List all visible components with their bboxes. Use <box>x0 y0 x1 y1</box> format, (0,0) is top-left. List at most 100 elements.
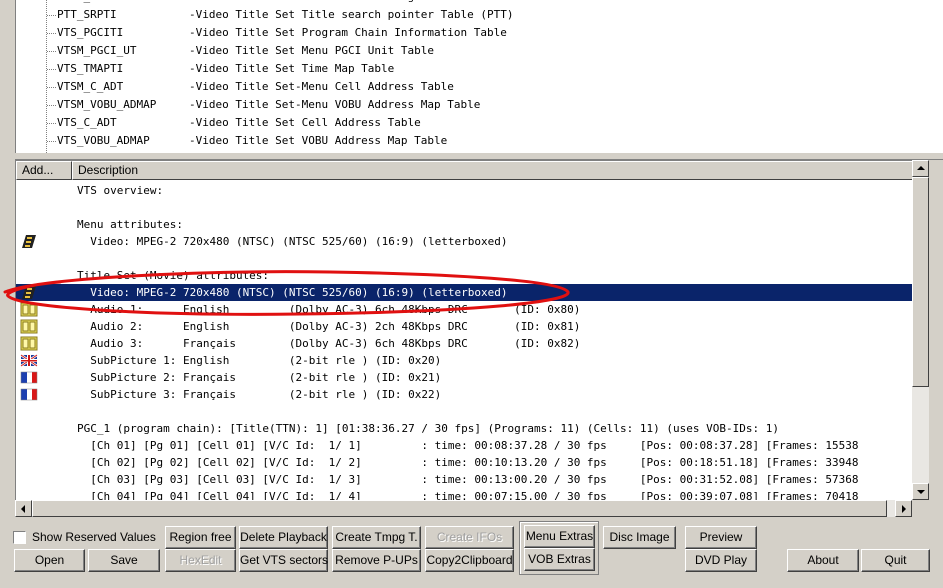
tree-item[interactable]: VTS_PGCITI -Video Title Set Program Chain… <box>16 24 943 42</box>
get-vts-sectors-button[interactable]: Get VTS sectors <box>239 549 328 572</box>
quit-button[interactable]: Quit <box>861 549 930 572</box>
tree-item-name: VTS_TMAPTI <box>57 62 124 75</box>
tree-item-description: -Video Title Set Program Chain Informati… <box>189 26 507 39</box>
list-item-text: Menu attributes: <box>77 218 183 231</box>
tree-item[interactable]: VTSM_PGCI_UT -Video Title Set Menu PGCI U… <box>16 42 943 60</box>
preview-button[interactable]: Preview <box>685 526 757 549</box>
description-listview[interactable]: Add... Description VTS overview: Menu att… <box>15 160 929 517</box>
list-item[interactable]: PGC_1 (program chain): [Title(TTN): 1] [… <box>16 420 913 437</box>
list-item-text: Audio 3: Français (Dolby AC-3) 6ch 48Kbp… <box>77 337 581 350</box>
horizontal-scrollbar[interactable] <box>15 500 912 517</box>
tree-item-description: -Video Title Set-Menu Cell Address Table <box>189 80 454 93</box>
panel-splitter[interactable] <box>15 153 943 160</box>
save-button[interactable]: Save <box>88 549 160 572</box>
list-item-text: Video: MPEG-2 720x480 (NTSC) (NTSC 525/6… <box>77 235 508 248</box>
remove-pups-button[interactable]: Remove P-UPs <box>332 549 421 572</box>
list-item-text: [Ch 04] [Pg 04] [Cell 04] [V/C Id: 1/ 4]… <box>77 490 859 500</box>
list-item-text: VTS overview: <box>77 184 164 197</box>
scroll-up-button[interactable] <box>912 160 929 177</box>
list-item-text: SubPicture 3: Français (2-bit rle ) (ID:… <box>77 388 442 401</box>
list-item[interactable]: [Ch 04] [Pg 04] [Cell 04] [V/C Id: 1/ 4]… <box>16 488 913 500</box>
ifo-structure-tree[interactable]: VTSI_MAT -Video Title Set Information Man… <box>15 0 943 153</box>
tree-branch-line <box>47 87 56 88</box>
tree-branch-line <box>47 51 56 52</box>
list-item-text: [Ch 03] [Pg 03] [Cell 03] [V/C Id: 1/ 3]… <box>77 473 859 486</box>
tree-item-name: VTS_VOBU_ADMAP <box>57 134 150 147</box>
list-item[interactable]: VTS overview: <box>16 182 913 199</box>
menu-extras-button[interactable]: Menu Extras <box>524 525 595 548</box>
list-item[interactable]: [Ch 02] [Pg 02] [Cell 02] [V/C Id: 1/ 2]… <box>16 454 913 471</box>
checkbox-box[interactable] <box>13 531 26 544</box>
create-ifos-button[interactable]: Create IFOs <box>425 526 514 549</box>
column-header-description[interactable]: Description <box>72 161 929 180</box>
tree-item[interactable]: VTS_TMAPTI -Video Title Set Time Map Tabl… <box>16 60 943 78</box>
tree-item-description: -Video Title Set Title search pointer Ta… <box>189 8 514 21</box>
dvd-play-button[interactable]: DVD Play <box>685 549 757 572</box>
list-item[interactable] <box>16 403 913 420</box>
list-item-text: [Ch 01] [Pg 01] [Cell 01] [V/C Id: 1/ 1]… <box>77 439 859 452</box>
list-item[interactable]: Audio 3: Français (Dolby AC-3) 6ch 48Kbp… <box>16 335 913 352</box>
tree-item[interactable]: VTS_VOBU_ADMAP -Video Title Set VOBU Addr… <box>16 132 943 150</box>
tree-item-description: -Video Title Set Information Management … <box>189 0 487 3</box>
tree-item-name: VTSM_C_ADT <box>57 80 124 93</box>
disc-image-button[interactable]: Disc Image <box>603 526 676 549</box>
uk-flag-icon <box>20 353 38 368</box>
list-item-text: PGC_1 (program chain): [Title(TTN): 1] [… <box>77 422 779 435</box>
listview-body: VTS overview: Menu attributes: Video: MPE… <box>16 180 913 500</box>
vertical-scrollbar[interactable] <box>912 160 929 500</box>
copy2clipboard-button[interactable]: Copy2Clipboard <box>425 549 514 572</box>
open-button[interactable]: Open <box>14 549 85 572</box>
list-item[interactable]: [Ch 03] [Pg 03] [Cell 03] [V/C Id: 1/ 3]… <box>16 471 913 488</box>
tree-item-name: VTSM_PGCI_UT <box>57 44 137 57</box>
show-reserved-label: Show Reserved Values <box>32 530 156 544</box>
list-item[interactable]: Video: MPEG-2 720x480 (NTSC) (NTSC 525/6… <box>16 233 913 250</box>
tree-item-description: -Video Title Set-Menu VOBU Address Map T… <box>189 98 481 111</box>
tree-item[interactable]: VTS_C_ADT -Video Title Set Cell Address T… <box>16 114 943 132</box>
tree-item-name: VTS_C_ADT <box>57 116 117 129</box>
vertical-scroll-thumb[interactable] <box>912 177 929 387</box>
tree-item-name: VTS_PGCITI <box>57 26 124 39</box>
listview-header: Add... Description <box>16 161 929 180</box>
create-tmpg-button[interactable]: Create Tmpg T. <box>332 526 421 549</box>
about-button[interactable]: About <box>787 549 859 572</box>
list-item[interactable]: SubPicture 2: Français (2-bit rle ) (ID:… <box>16 369 913 386</box>
column-header-add[interactable]: Add... <box>16 161 72 180</box>
vob-extras-button[interactable]: VOB Extras <box>524 548 595 571</box>
list-item[interactable]: SubPicture 3: Français (2-bit rle ) (ID:… <box>16 386 913 403</box>
delete-playback-button[interactable]: Delete Playback <box>239 526 328 549</box>
list-item-text: [Ch 02] [Pg 02] [Cell 02] [V/C Id: 1/ 2]… <box>77 456 859 469</box>
tree-branch-line <box>47 123 56 124</box>
fr-flag-icon <box>20 371 38 384</box>
tree-item[interactable]: VTSM_C_ADT -Video Title Set-Menu Cell Add… <box>16 78 943 96</box>
list-item-text: SubPicture 1: English (2-bit rle ) (ID: … <box>77 354 442 367</box>
list-item-text: Audio 2: English (Dolby AC-3) 2ch 48Kbps… <box>77 320 581 333</box>
list-item-text: SubPicture 2: Français (2-bit rle ) (ID:… <box>77 371 442 384</box>
tree-item-description: -Video Title Set Time Map Table <box>189 62 395 75</box>
tree-item-name: PTT_SRPTI <box>57 8 117 21</box>
tree-branch-line <box>47 105 56 106</box>
fr-flag-icon <box>20 388 38 401</box>
tree-item[interactable]: VTSM_VOBU_ADMAP -Video Title Set-Menu VOB… <box>16 96 943 114</box>
tree-item-name: VTSI_MAT <box>57 0 110 3</box>
tree-item-name: VTSM_VOBU_ADMAP <box>57 98 157 111</box>
tree-item-description: -Video Title Set Menu PGCI Unit Table <box>189 44 435 57</box>
tree-branch-line <box>47 15 56 16</box>
list-item[interactable]: Audio 2: English (Dolby AC-3) 2ch 48Kbps… <box>16 318 913 335</box>
scroll-down-button[interactable] <box>912 483 929 500</box>
tree-branch-line <box>47 69 56 70</box>
audio-icon <box>20 319 38 334</box>
tree-item-description: -Video Title Set VOBU Address Map Table <box>189 134 448 147</box>
list-item[interactable]: Menu attributes: <box>16 216 913 233</box>
list-item[interactable]: [Ch 01] [Pg 01] [Cell 01] [V/C Id: 1/ 1]… <box>16 437 913 454</box>
horizontal-scroll-thumb[interactable] <box>32 500 887 517</box>
region-free-button[interactable]: Region free <box>165 526 236 549</box>
hexedit-button[interactable]: HexEdit <box>165 549 236 572</box>
tree-item[interactable]: PTT_SRPTI -Video Title Set Title search p… <box>16 6 943 24</box>
film-icon <box>22 235 36 248</box>
scroll-right-button[interactable] <box>895 500 912 517</box>
list-item[interactable] <box>16 199 913 216</box>
list-item[interactable]: SubPicture 1: English (2-bit rle ) (ID: … <box>16 352 913 369</box>
audio-icon <box>20 336 38 351</box>
scroll-left-button[interactable] <box>15 500 32 517</box>
tree-branch-line <box>47 33 56 34</box>
